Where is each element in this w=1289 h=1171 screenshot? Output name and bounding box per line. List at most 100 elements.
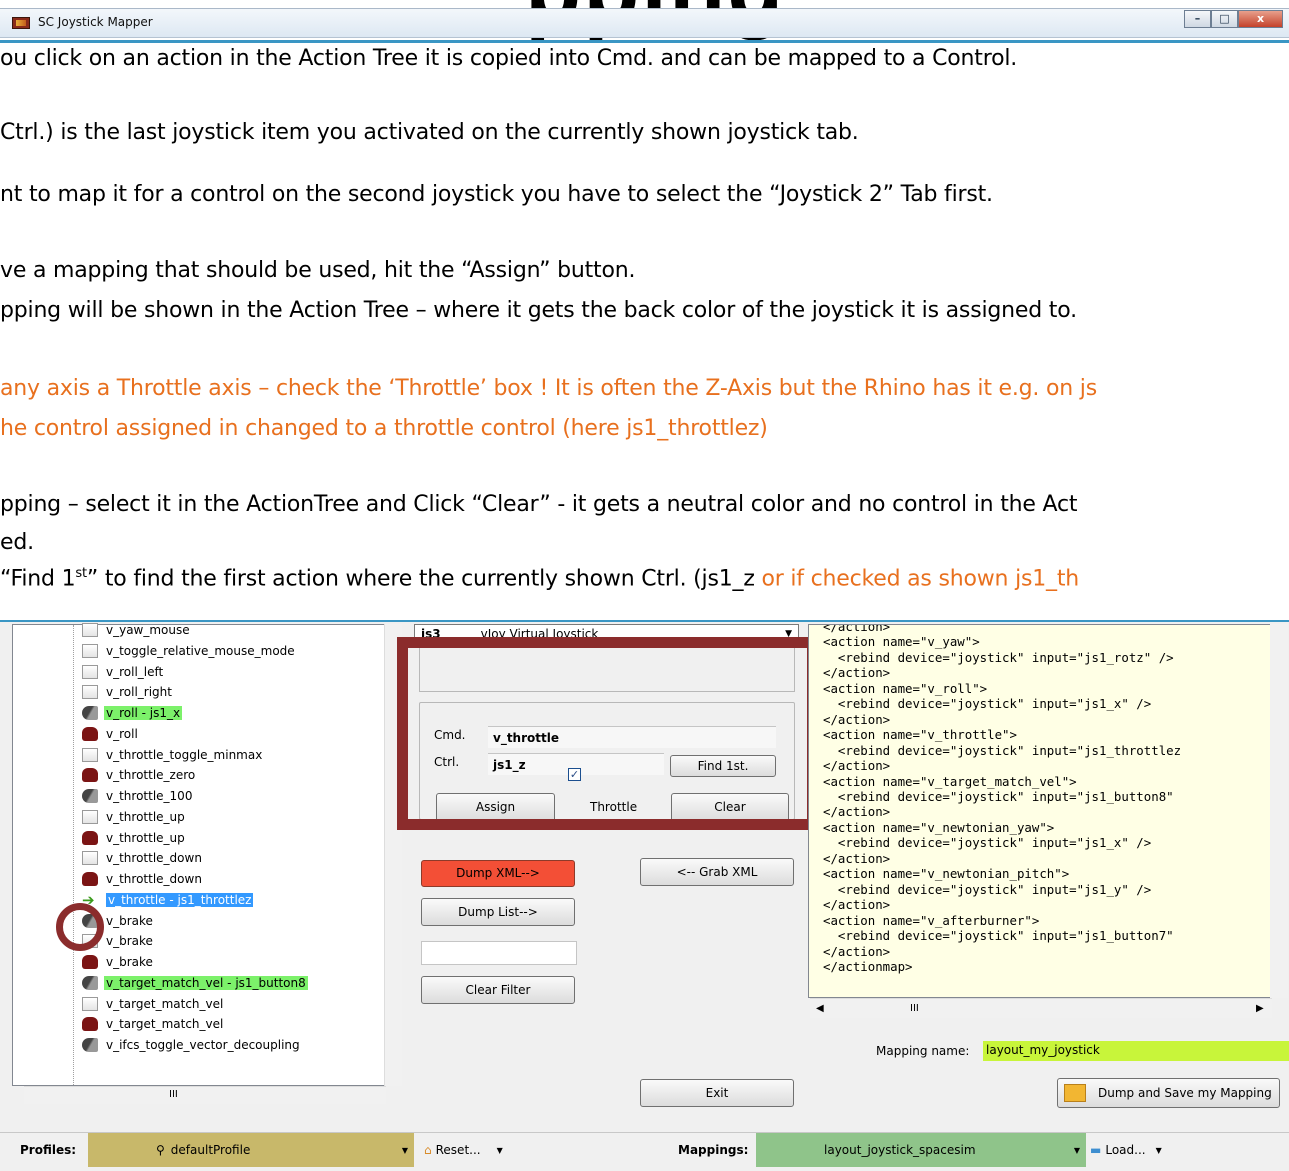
xml-text: </action> <action name="v_yaw"> <rebind … [823,624,1182,974]
scroll-thumb-grip: III [169,1089,178,1100]
tree-connector [73,625,74,1085]
accent-line [0,40,1289,43]
chevron-down-icon: ▼ [1073,1145,1080,1155]
grab-xml-button[interactable]: <-- Grab XML [640,858,794,886]
tree-item[interactable]: v_target_match_vel [82,1014,225,1034]
load-button[interactable]: ▬ Load... ▼ [1090,1133,1190,1167]
window-controls: – □ x [1184,10,1283,28]
chevron-down-icon: ▼ [1155,1145,1162,1155]
instruction-line: he control assigned in changed to a thro… [0,416,768,441]
profile-select[interactable]: ⚲ defaultProfile ▼ [88,1133,414,1167]
tree-item-label: v_throttle_up [106,830,185,845]
instruction-line: ou click on an action in the Action Tree… [0,46,1018,71]
annotation-circle [56,903,104,951]
tree-item[interactable]: v_throttle_up [82,828,187,848]
mapping-value: layout_joystick_spacesim [824,1143,976,1157]
profile-value: defaultProfile [170,1143,251,1157]
clear-filter-button[interactable]: Clear Filter [421,976,575,1004]
tree-item-label: v_brake [106,913,153,928]
tree-item-label: v_roll [106,726,138,741]
tree-item-label: v_roll - js1_x [104,706,183,720]
gamepad-icon [82,726,98,741]
mappings-label: Mappings: [678,1143,749,1157]
reset-label: Reset... [435,1143,481,1157]
tree-item-label: v_target_match_vel [106,1017,224,1032]
joystick-icon [82,706,98,720]
action-icon [82,685,98,700]
tree-item[interactable]: v_roll - js1_x [82,703,183,723]
app-icon [12,17,30,29]
gamepad-icon [82,1017,98,1032]
tree-item[interactable]: v_roll_right [82,682,174,702]
mapping-select[interactable]: layout_joystick_spacesim ▼ [756,1133,1086,1167]
joystick-icon [82,975,98,990]
chevron-down-icon: ▼ [496,1145,503,1155]
tree-item[interactable]: v_throttle_down [82,848,204,868]
dump-save-button[interactable]: Dump and Save my Mapping [1057,1078,1280,1108]
scroll-right-icon[interactable]: ▶ [1256,1003,1264,1014]
xml-vertical-scrollbar[interactable] [1270,624,1288,998]
tree-item-label: v_roll_left [106,664,164,679]
instruction-line: ve a mapping that should be used, hit th… [0,258,636,283]
instructions: ou click on an action in the Action Tree… [0,46,1289,611]
tree-item[interactable]: v_ifcs_toggle_vector_decoupling [82,1035,302,1055]
instruction-line: any axis a Throttle axis – check the ‘Th… [0,376,1097,401]
tree-item[interactable]: v_yaw_mouse [82,620,192,640]
tree-item[interactable]: v_throttle_toggle_minmax [82,745,264,765]
instruction-line: Ctrl.) is the last joystick item you act… [0,120,859,145]
scroll-left-icon[interactable]: ◀ [816,1003,824,1014]
tree-item[interactable]: v_throttle_down [82,869,204,889]
tree-item-label: v_target_match_vel [106,996,224,1011]
tree-item-label: v_throttle_up [106,809,185,824]
window-titlebar: SC Joystick Mapper – □ x [0,8,1289,38]
find-instruction-line: “Find 1st” to find the first action wher… [0,566,1079,591]
tree-item-label: v_throttle_toggle_minmax [106,747,263,762]
tree-item[interactable]: v_target_match_vel [82,994,225,1014]
tree-item-label: v_toggle_relative_mouse_mode [106,643,295,658]
find-prefix: “Find 1 [0,566,76,592]
action-icon [82,643,98,658]
tree-item-label: v_ifcs_toggle_vector_decoupling [106,1038,300,1052]
window-title: SC Joystick Mapper [38,15,153,29]
app-accent-line [0,620,1289,622]
tree-item-label: v_brake [106,934,153,949]
tree-item[interactable]: v_roll [82,724,140,744]
dump-xml-button[interactable]: Dump XML--> [421,860,575,887]
close-button[interactable]: x [1238,10,1283,28]
find-middle: ” to find the first action where the cur… [86,566,762,592]
tree-item-label: v_brake [106,955,153,969]
reset-button[interactable]: ⌂ Reset... ▼ [424,1133,548,1167]
minimize-button[interactable]: – [1184,10,1211,28]
joystick-icon: ⚲ [156,1143,165,1157]
filter-input[interactable] [421,941,577,965]
action-icon [82,664,98,679]
exit-button[interactable]: Exit [640,1079,794,1107]
tree-item-label: v_throttle_100 [106,789,193,803]
gamepad-icon [82,768,98,783]
tree-item[interactable]: v_toggle_relative_mouse_mode [82,641,297,661]
dump-save-label: Dump and Save my Mapping [1098,1086,1272,1100]
mapping-name-input[interactable]: layout_my_joystick [983,1041,1289,1061]
tree-item[interactable]: v_roll_left [82,662,165,682]
xml-horizontal-scrollbar[interactable]: ◀ III ▶ [810,998,1272,1018]
profiles-label: Profiles: [20,1143,77,1157]
action-icon [82,996,98,1011]
tree-item[interactable]: ➔ v_throttle - js1_throttlez [82,890,254,910]
find-orange: or if checked as shown js1_th [761,566,1080,592]
tree-item[interactable]: v_throttle_up [82,807,187,827]
maximize-button[interactable]: □ [1211,10,1238,28]
chevron-down-icon: ▼ [401,1145,408,1155]
tree-item[interactable]: v_throttle_100 [82,786,194,806]
tree-horizontal-scrollbar[interactable]: III [24,1086,386,1104]
xml-view[interactable]: </action> <action name="v_yaw"> <rebind … [808,624,1278,998]
tree-item[interactable]: v_throttle_zero [82,765,197,785]
tree-item-label: v_roll_right [106,685,172,700]
tree-item[interactable]: v_brake [82,952,155,972]
mapping-name-label: Mapping name: [876,1044,970,1058]
dump-list-button[interactable]: Dump List--> [421,898,575,926]
gamepad-icon [82,955,98,969]
scroll-thumb-grip: III [910,1003,919,1014]
mappings-section: Mappings: [678,1133,748,1167]
tree-item[interactable]: v_target_match_vel - js1_button8 [82,973,308,993]
annotation-box [397,637,818,830]
